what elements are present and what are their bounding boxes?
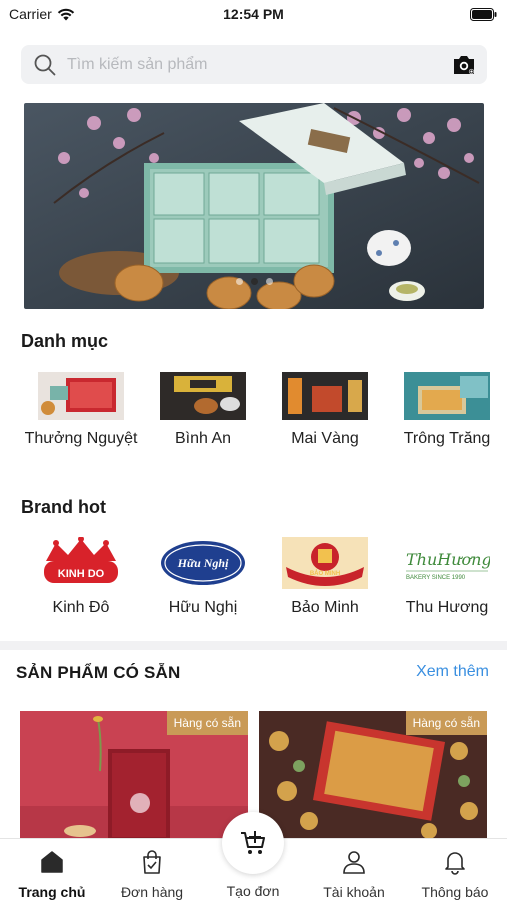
in-stock-badge: Hàng có sẵn <box>166 711 248 735</box>
tab-notifications[interactable]: Thông báo <box>405 849 505 900</box>
cart-add-icon <box>241 831 265 854</box>
tab-orders[interactable]: Đơn hàng <box>102 849 202 900</box>
tab-account[interactable]: Tài khoản <box>304 849 404 900</box>
home-icon <box>41 851 63 873</box>
user-icon <box>343 851 365 874</box>
see-more-link[interactable]: Xem thêm <box>416 663 489 681</box>
category-thumbnail <box>282 372 368 420</box>
category-label: Thưởng Nguyệt <box>24 430 138 447</box>
banner-pagination <box>24 278 484 285</box>
tab-label: Trang chủ <box>18 884 86 900</box>
brand-label: Thu Hương <box>405 599 489 616</box>
category-thumbnail <box>404 372 490 420</box>
svg-text:ThuHương: ThuHương <box>406 550 490 569</box>
categories-title: Danh mục <box>21 331 109 351</box>
available-products-title: SẢN PHẨM CÓ SẴN <box>16 663 181 682</box>
thu-huong-logo: ThuHương BAKERY SINCE 1990 <box>404 537 490 589</box>
battery-icon <box>470 8 497 24</box>
category-label: Mai Vàng <box>291 430 359 447</box>
category-item-thuong-nguyet[interactable]: Thưởng Nguyệt <box>20 372 142 448</box>
bao-minh-logo: BẢO MINH <box>282 537 368 589</box>
bell-icon <box>445 852 465 875</box>
product-card[interactable]: Hàng có sẵn <box>20 711 248 841</box>
category-label: Bình An <box>174 430 232 447</box>
search-icon <box>34 54 56 76</box>
tab-label: Đơn hàng <box>120 884 184 900</box>
create-order-button[interactable] <box>222 812 284 874</box>
camera-search-icon[interactable] <box>452 54 476 76</box>
brand-label: Kinh Đô <box>52 599 110 616</box>
banner-dot-active[interactable] <box>250 278 258 285</box>
brand-list: KINH DO Kinh Đô Hữu Nghị Hữu Nghị BẢO MI… <box>0 537 507 629</box>
category-label: Trông Trăng <box>403 430 491 447</box>
svg-text:BẢO MINH: BẢO MINH <box>310 570 340 577</box>
banner-dot[interactable] <box>265 278 273 285</box>
category-list: Thưởng Nguyệt Bình An Mai Vàng Trông Tră… <box>0 372 507 462</box>
kinh-do-logo: KINH DO <box>44 537 118 583</box>
banner-dot[interactable] <box>235 278 243 285</box>
tab-home[interactable]: Trang chủ <box>2 849 102 900</box>
promo-banner[interactable] <box>24 103 484 309</box>
svg-text:Hữu Nghị: Hữu Nghị <box>177 556 230 570</box>
brand-item-bao-minh[interactable]: BẢO MINH Bảo Minh <box>264 537 386 617</box>
section-divider <box>0 641 507 650</box>
huu-nghi-logo: Hữu Nghị <box>161 541 245 585</box>
tab-label: Tài khoản <box>323 884 385 900</box>
tab-create-order-label[interactable]: Tạo đơn <box>203 883 303 899</box>
in-stock-badge: Hàng có sẵn <box>405 711 487 735</box>
status-bar: Carrier 12:54 PM <box>0 0 507 30</box>
search-input[interactable] <box>67 45 427 84</box>
category-thumbnail <box>160 372 246 420</box>
brand-item-thu-huong[interactable]: ThuHương BAKERY SINCE 1990 Thu Hương <box>386 537 507 617</box>
svg-text:KINH DO: KINH DO <box>58 568 105 580</box>
brand-item-huu-nghi[interactable]: Hữu Nghị Hữu Nghị <box>142 537 264 617</box>
shopping-bag-icon <box>143 850 161 874</box>
brand-label: Hữu Nghị <box>168 599 238 616</box>
brands-title: Brand hot <box>21 497 106 517</box>
category-thumbnail <box>38 372 124 420</box>
category-item-trong-trang[interactable]: Trông Trăng <box>386 372 507 448</box>
brand-label: Bảo Minh <box>291 599 359 616</box>
product-card[interactable]: Hàng có sẵn <box>259 711 487 841</box>
search-bar[interactable] <box>21 45 487 84</box>
tab-label: Thông báo <box>421 884 489 900</box>
status-time: 12:54 PM <box>223 6 284 22</box>
category-item-mai-vang[interactable]: Mai Vàng <box>264 372 386 448</box>
category-item-binh-an[interactable]: Bình An <box>142 372 264 448</box>
brand-item-kinh-do[interactable]: KINH DO Kinh Đô <box>20 537 142 617</box>
svg-text:BAKERY SINCE 1990: BAKERY SINCE 1990 <box>406 575 466 581</box>
